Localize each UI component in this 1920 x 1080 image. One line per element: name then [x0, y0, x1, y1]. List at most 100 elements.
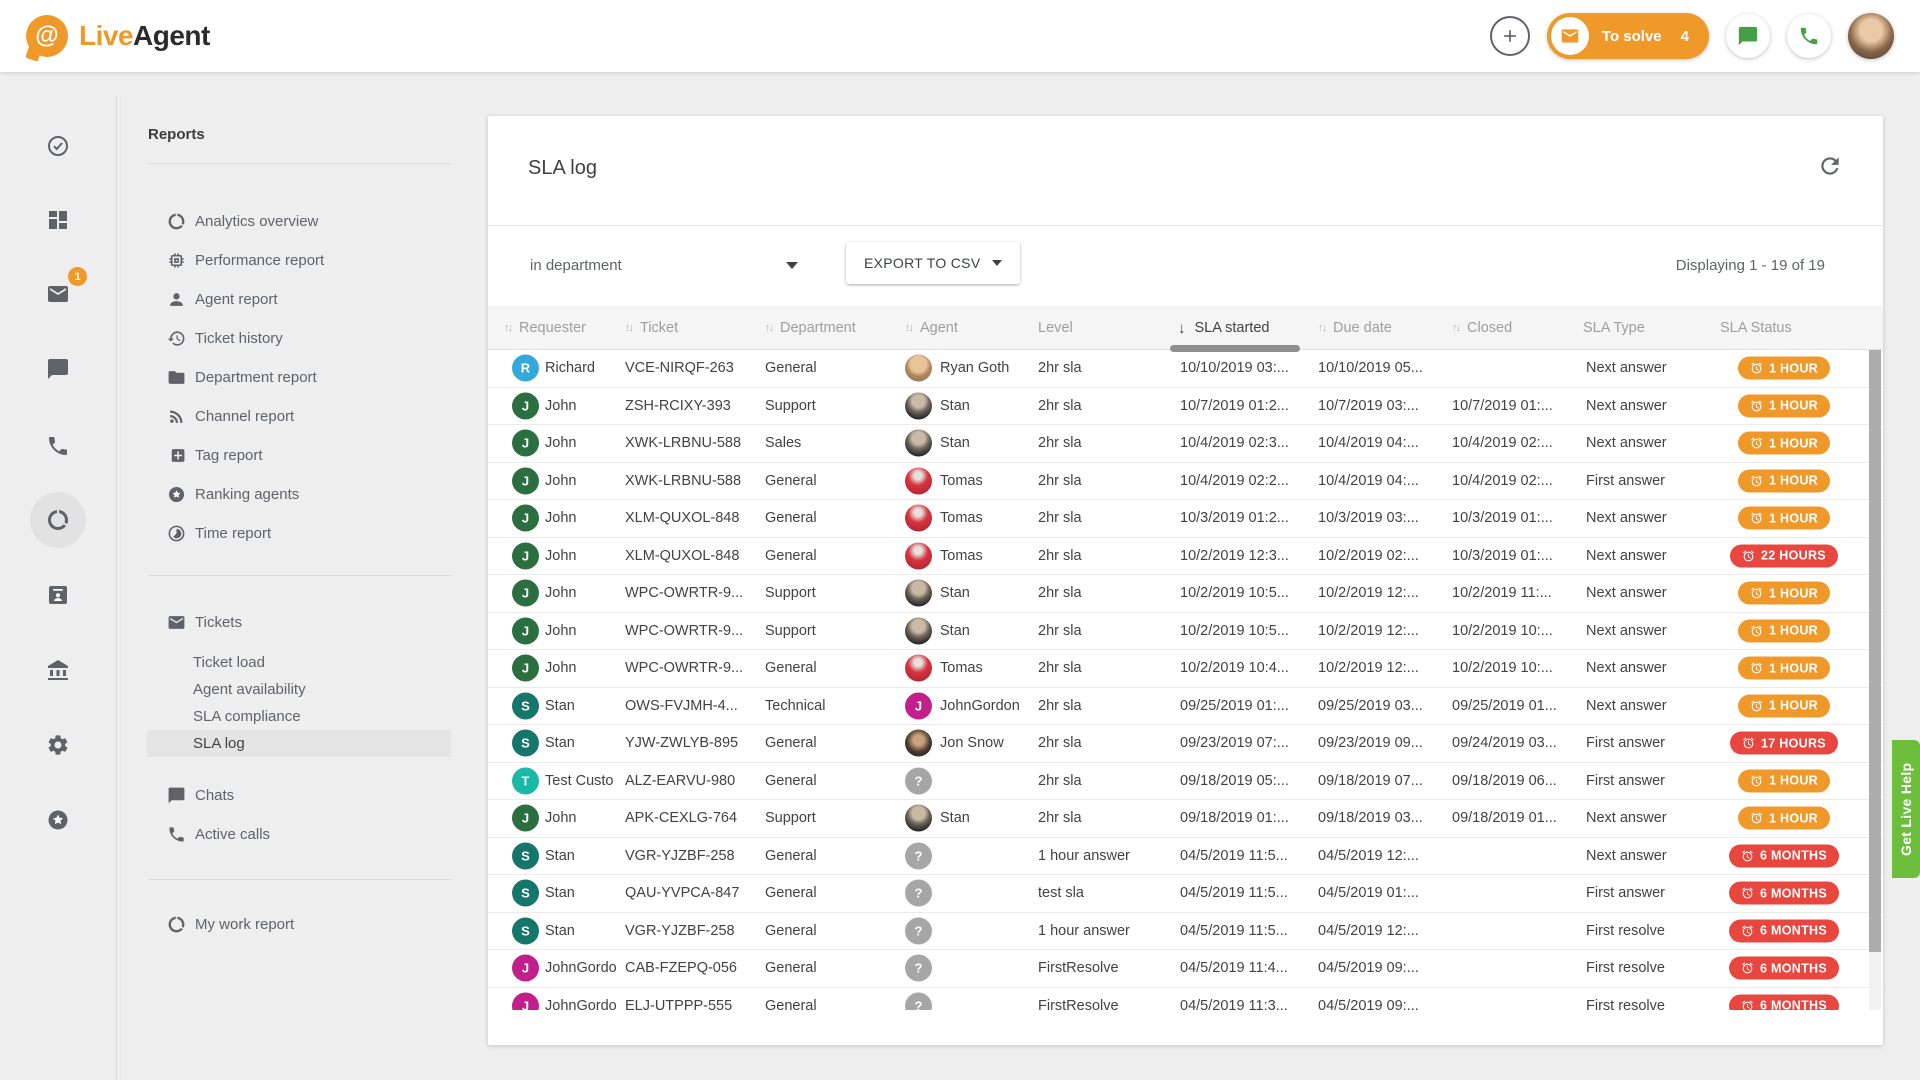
sidebar-item-time-report[interactable]: Time report: [121, 514, 451, 553]
rail-item-contacts[interactable]: [34, 571, 82, 619]
rail-item-tickets[interactable]: 1: [34, 270, 82, 318]
table-row[interactable]: SStanVGR-YJZBF-258General1 hour answer04…: [488, 838, 1883, 876]
table-row[interactable]: TTest CustoALZ-EARVU-980General2hr sla09…: [488, 763, 1883, 801]
liveagent-logo[interactable]: @ LiveAgent: [26, 15, 210, 57]
table-row[interactable]: SStanYJW-ZWLYB-895GeneralJon Snow2hr sla…: [488, 725, 1883, 763]
rail-item-calls[interactable]: [34, 422, 82, 470]
sidebar-item-analytics-overview[interactable]: Analytics overview: [121, 202, 451, 241]
sla-type-cell: Next answer: [1586, 360, 1717, 376]
sla-started-cell: 09/18/2019 01:...: [1180, 810, 1313, 826]
sidebar-item-tag-report[interactable]: Tag report: [121, 436, 451, 475]
sla-status-cell: 6 MONTHS: [1728, 957, 1840, 980]
chats-button[interactable]: [1726, 14, 1770, 58]
sidebar-subitem-sla-log[interactable]: SLA log: [147, 730, 451, 757]
table-row[interactable]: JJohnWPC-OWRTR-9...SupportStan2hr sla10/…: [488, 613, 1883, 651]
column-label: Department: [780, 320, 856, 336]
sidebar-item-ranking-agents[interactable]: Ranking agents: [121, 475, 451, 514]
due-date-cell: 10/4/2019 04:...: [1318, 435, 1447, 451]
column-header-department[interactable]: ↑↓Department: [765, 306, 856, 350]
table-row[interactable]: JJohnWPC-OWRTR-9...SupportStan2hr sla10/…: [488, 575, 1883, 613]
table-row[interactable]: SStanQAU-YVPCA-847Generaltest sla04/5/20…: [488, 875, 1883, 913]
table-row[interactable]: JJohnZSH-RCIXY-393SupportStan2hr sla10/7…: [488, 388, 1883, 426]
table-row[interactable]: JJohnXLM-QUXOL-848GeneralTomas2hr sla10/…: [488, 500, 1883, 538]
table-row[interactable]: JJohnWPC-OWRTR-9...GeneralTomas2hr sla10…: [488, 650, 1883, 688]
phone-icon: [167, 825, 186, 844]
to-solve-button[interactable]: To solve 4: [1547, 13, 1709, 59]
mail-icon: [46, 282, 70, 306]
closed-cell: 09/24/2019 03...: [1452, 735, 1579, 751]
table-row[interactable]: SStanOWS-FVJMH-4...TechnicalJohnGordon2h…: [488, 688, 1883, 726]
sidebar-item-channel-report[interactable]: Channel report: [121, 397, 451, 436]
requester-avatar: J: [512, 655, 539, 682]
vertical-scrollbar-thumb[interactable]: [1869, 350, 1881, 952]
phone-icon: [46, 434, 70, 458]
level-cell: 2hr sla: [1038, 435, 1174, 451]
ticket-code: YJW-ZWLYB-895: [625, 735, 764, 751]
sidebar-subitem-ticket-load[interactable]: Ticket load: [147, 649, 451, 676]
table-row[interactable]: JJohnGordoCAB-FZEPQ-056GeneralFirstResol…: [488, 950, 1883, 988]
rail-item-addons[interactable]: [34, 796, 82, 844]
column-header-agent[interactable]: ↑↓Agent: [905, 306, 958, 350]
get-live-help-tab[interactable]: Get Live Help: [1892, 740, 1920, 878]
sla-status-label: 1 HOUR: [1769, 474, 1818, 488]
column-header-level: Level: [1038, 306, 1073, 350]
department-cell: General: [765, 735, 897, 751]
requester-name: Richard: [545, 360, 624, 376]
column-header-sla-started[interactable]: ↓SLA started: [1178, 306, 1269, 350]
level-cell: FirstResolve: [1038, 998, 1174, 1010]
department-cell: Support: [765, 623, 897, 639]
sidebar-item-tickets[interactable]: Tickets: [121, 603, 451, 642]
alarm-icon: [1750, 662, 1763, 675]
sla-status-label: 6 MONTHS: [1760, 886, 1827, 900]
column-header-ticket[interactable]: ↑↓Ticket: [625, 306, 678, 350]
user-avatar[interactable]: [1848, 13, 1894, 59]
sla-status-badge: 17 HOURS: [1730, 732, 1838, 755]
sla-started-cell: 10/4/2019 02:3...: [1180, 435, 1313, 451]
table-row[interactable]: JJohnAPK-CEXLG-764SupportStan2hr sla09/1…: [488, 800, 1883, 838]
rail-item-company[interactable]: [34, 646, 82, 694]
column-header-requester[interactable]: ↑↓Requester: [504, 306, 586, 350]
sidebar-subitem-agent-availability[interactable]: Agent availability: [147, 676, 451, 703]
sidebar-item-my-work-report[interactable]: My work report: [121, 905, 451, 944]
table-row[interactable]: JJohnXWK-LRBNU-588GeneralTomas2hr sla10/…: [488, 463, 1883, 501]
column-header-due-date[interactable]: ↑↓Due date: [1318, 306, 1392, 350]
sort-icon: ↑↓: [905, 322, 912, 334]
calls-button[interactable]: [1787, 14, 1831, 58]
refresh-icon[interactable]: [1817, 153, 1843, 179]
sla-status-cell: 1 HOUR: [1728, 507, 1840, 530]
due-date-cell: 09/23/2019 09...: [1318, 735, 1447, 751]
sidebar-item-chats[interactable]: Chats: [121, 776, 451, 815]
sidebar-item-agent-report[interactable]: Agent report: [121, 280, 451, 319]
export-to-csv-button[interactable]: EXPORT TO CSV: [846, 242, 1020, 284]
sidebar-subitem-sla-compliance[interactable]: SLA compliance: [147, 703, 451, 730]
requester-avatar: J: [512, 392, 539, 419]
department-filter-select[interactable]: in department: [516, 243, 808, 287]
table-row[interactable]: JJohnXLM-QUXOL-848GeneralTomas2hr sla10/…: [488, 538, 1883, 576]
sidebar-item-active-calls[interactable]: Active calls: [121, 815, 451, 854]
requester-avatar: J: [512, 505, 539, 532]
sla-status-badge: 1 HOUR: [1738, 394, 1830, 417]
rail-item-settings[interactable]: [34, 721, 82, 769]
table-row[interactable]: SStanVGR-YJZBF-258General1 hour answer04…: [488, 913, 1883, 951]
sla-status-cell: 1 HOUR: [1728, 432, 1840, 455]
table-row[interactable]: RRichardVCE-NIRQF-263GeneralRyan Goth2hr…: [488, 350, 1883, 388]
sidebar-item-performance-report[interactable]: Performance report: [121, 241, 451, 280]
sla-status-badge: 1 HOUR: [1738, 507, 1830, 530]
table-row[interactable]: JJohnGordoELJ-UTPPP-555GeneralFirstResol…: [488, 988, 1883, 1011]
table-row[interactable]: JJohnXWK-LRBNU-588SalesStan2hr sla10/4/2…: [488, 425, 1883, 463]
closed-cell: 10/2/2019 10:...: [1452, 660, 1579, 676]
closed-cell: 09/25/2019 01...: [1452, 698, 1579, 714]
horizontal-scrollbar[interactable]: [1170, 345, 1300, 352]
create-new-button[interactable]: [1490, 16, 1530, 56]
sidebar-item-department-report[interactable]: Department report: [121, 358, 451, 397]
due-date-cell: 10/4/2019 04:...: [1318, 473, 1447, 489]
sidebar-item-ticket-history[interactable]: Ticket history: [121, 319, 451, 358]
rail-item-chats[interactable]: [34, 345, 82, 393]
department-cell: General: [765, 923, 897, 939]
rail-item-dashboard[interactable]: [34, 196, 82, 244]
rail-item-to-do[interactable]: [34, 122, 82, 170]
column-header-closed[interactable]: ↑↓Closed: [1452, 306, 1512, 350]
sla-type-cell: Next answer: [1586, 623, 1717, 639]
requester-avatar: J: [512, 805, 539, 832]
rail-item-reports[interactable]: [34, 496, 82, 544]
